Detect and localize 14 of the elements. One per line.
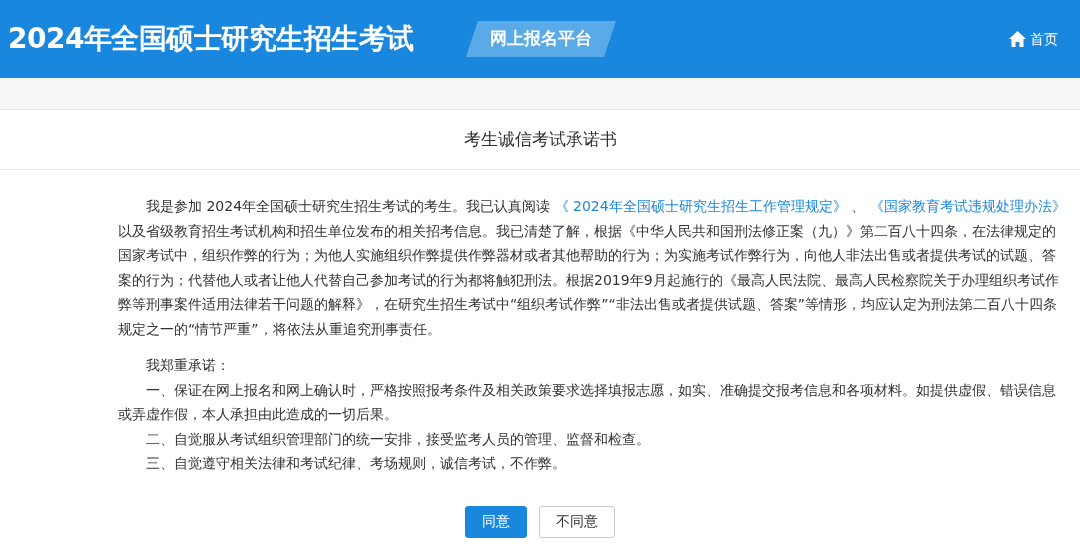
agree-button[interactable]: 同意 bbox=[465, 505, 527, 538]
disagree-button[interactable]: 不同意 bbox=[539, 505, 615, 538]
page-title: 考生诚信考试承诺书 bbox=[463, 127, 617, 151]
pledge-item: 三、自觉遵守相关法律和考试纪律、考场规则，诚信考试，不作弊。 bbox=[145, 454, 567, 473]
home-link[interactable]: 首页 bbox=[1009, 28, 1058, 50]
platform-badge: 网上报名平台 bbox=[465, 21, 616, 57]
home-icon bbox=[1009, 31, 1026, 47]
pledge-item: 一、保证在网上报名和网上确认时，严格按照报考条件及相关政策要求选择填报志愿，如实、准确提交报考信息和各项材料。如提供虚假、错误信息或弄虚作假，本人承担由此造成的一切后果。 bbox=[118, 380, 1057, 424]
pledge-heading: 我郑重承诺： bbox=[145, 356, 231, 375]
pledge-item: 二、自觉服从考试组织管理部门的统一安排，接受监考人员的管理、监督和检查。 bbox=[145, 429, 651, 449]
regulation-link[interactable]: 《 2024年全国硕士研究生招生工作管理规定》 bbox=[554, 198, 847, 214]
intro-paragraph: 我是参加 2024年全国硕士研究生招生考试的考生。我已认真阅读 《 2024年全国硕士研究生招生工作管理规定》 、 《国家教育考试违规处理办法》 以及省级教育招生考试机构和招生单位发布的相关招考信息。我已清楚了解，根据《中华人民共和国刑法修正案（九）》第二百八十四条，在法律规定的国家考试中，组织作弊的行为；为他人实施组织作弊提供作弊器材或者其他帮助的行为；为实施考试作弊行为，向他人非法出售或者提供考试的试题、答案的行为；代替他人或者让他人代替自己参加考试的行为都将触犯刑法。根据2019年9月起施行的《最高人民法院、最高人民检察院关于办理组织考试作弊等刑事案件适用法律若干问题的解释》，在研究生招生考试中“组织考试作弊”“非法出售或者提供试题、答案”等情形，均应认定为刑法第二百八十四条规定之一的“情节严重”，将依法从重追究刑事责任。 bbox=[118, 197, 1066, 339]
site-title: 2024年全国硕士研究生招生考试 bbox=[8, 21, 414, 57]
regulation-link[interactable]: 《国家教育考试违规处理办法》 bbox=[869, 198, 1066, 214]
